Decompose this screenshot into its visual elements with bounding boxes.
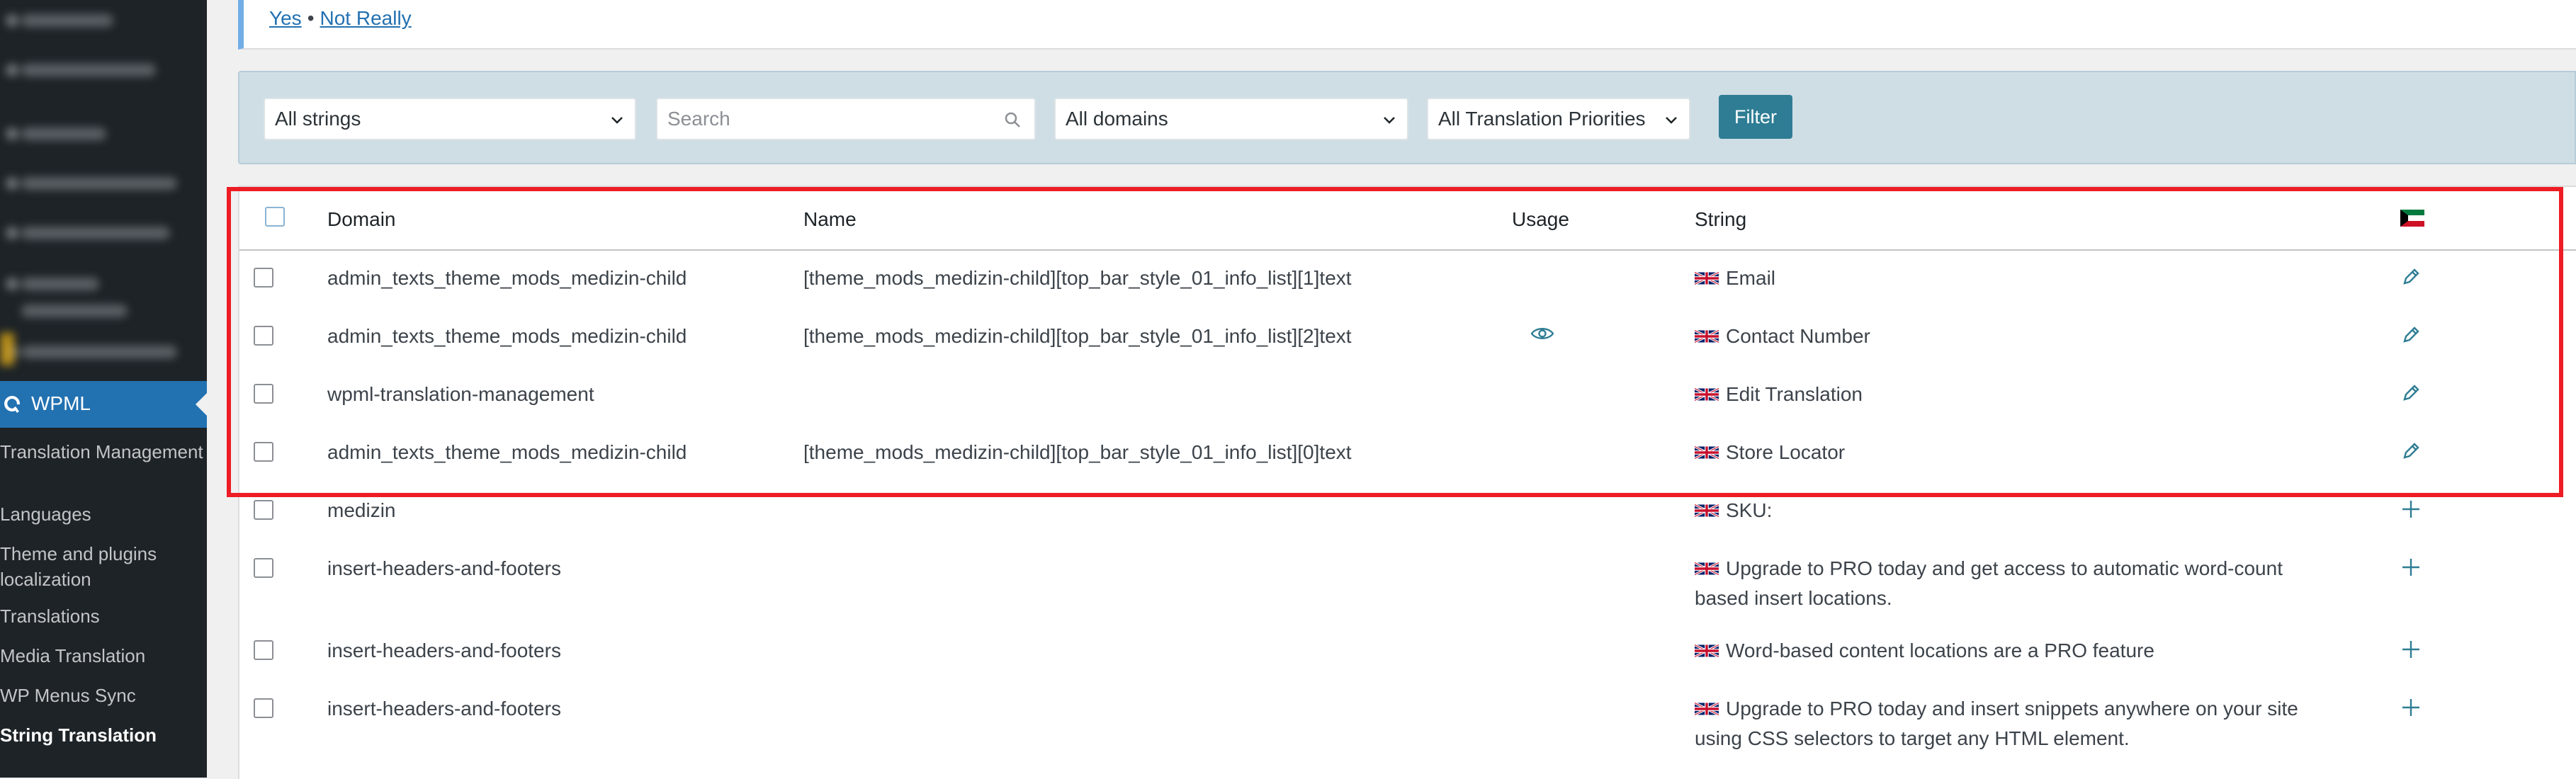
row-checkbox[interactable]: [254, 500, 273, 520]
row-name: [theme_mods_medizin-child][top_bar_style…: [803, 267, 1352, 289]
table-row: medizin SKU:: [239, 493, 2576, 542]
notice-not-really-link[interactable]: Not Really: [320, 7, 412, 29]
row-string: Contact Number: [1695, 322, 2332, 351]
kuwait-flag-icon: [2400, 210, 2424, 227]
uk-flag-icon: [1695, 271, 1719, 286]
chevron-down-icon: [1384, 117, 1395, 124]
column-domain[interactable]: Domain: [327, 208, 395, 231]
row-domain: wpml-translation-management: [327, 383, 594, 405]
table-row: wpml-translation-management Edit Transla…: [239, 377, 2576, 426]
edit-pencil-icon[interactable]: [2400, 324, 2422, 346]
filter-button[interactable]: Filter: [1719, 95, 1792, 139]
search-placeholder: Search: [667, 108, 730, 130]
row-domain: admin_texts_theme_mods_medizin-child: [327, 325, 687, 347]
uk-flag-icon: [1695, 643, 1719, 659]
row-checkbox[interactable]: [254, 384, 273, 404]
chevron-down-icon: [611, 117, 623, 124]
row-domain: medizin: [327, 499, 396, 521]
row-string: Edit Translation: [1695, 380, 2332, 409]
edit-pencil-icon[interactable]: [2400, 440, 2422, 462]
table-row: insert-headers-and-footers Word-based co…: [239, 633, 2576, 683]
table-header: Domain Name Usage String: [239, 187, 2576, 251]
uk-flag-icon: [1695, 387, 1719, 402]
strings-filter-value: All strings: [275, 108, 361, 130]
priorities-filter-select[interactable]: All Translation Priorities: [1427, 98, 1690, 140]
column-string[interactable]: String: [1695, 208, 1746, 231]
edit-pencil-icon[interactable]: [2400, 382, 2422, 404]
column-usage: Usage: [1512, 208, 1569, 230]
strings-filter-select[interactable]: All strings: [264, 98, 636, 140]
add-plus-icon[interactable]: [2400, 557, 2422, 578]
sidebar-item-string-translation[interactable]: String Translation: [0, 722, 207, 748]
eye-icon[interactable]: [1530, 324, 1554, 343]
add-plus-icon[interactable]: [2400, 639, 2422, 660]
row-domain: admin_texts_theme_mods_medizin-child: [327, 441, 687, 463]
priorities-filter-value: All Translation Priorities: [1438, 108, 1646, 130]
row-checkbox[interactable]: [254, 442, 273, 462]
sidebar-item-translations[interactable]: Translations: [0, 603, 207, 629]
feedback-notice: Yes • Not Really: [238, 0, 2576, 50]
add-plus-icon[interactable]: [2400, 499, 2422, 520]
sidebar-item-wpml[interactable]: WPML: [0, 381, 207, 428]
row-checkbox[interactable]: [254, 268, 273, 288]
domains-filter-select[interactable]: All domains: [1054, 98, 1408, 140]
sidebar-item-languages[interactable]: Languages: [0, 501, 207, 527]
row-string-text: Upgrade to PRO today and insert snippets…: [1695, 698, 2298, 749]
row-domain: insert-headers-and-footers: [327, 698, 561, 720]
blurred-menu-items: [0, 0, 207, 368]
edit-pencil-icon[interactable]: [2400, 266, 2422, 288]
row-string-text: Email: [1726, 267, 1776, 289]
row-string-text: SKU:: [1726, 499, 1773, 521]
row-string: Store Locator: [1695, 438, 2332, 467]
add-plus-icon[interactable]: [2400, 697, 2422, 718]
uk-flag-icon: [1695, 445, 1719, 460]
table-row: insert-headers-and-footers Upgrade to PR…: [239, 551, 2576, 622]
uk-flag-icon: [1695, 329, 1719, 344]
column-name[interactable]: Name: [803, 208, 857, 231]
current-menu-arrow: [196, 393, 207, 416]
row-string-text: Word-based content locations are a PRO f…: [1726, 639, 2154, 661]
row-checkbox[interactable]: [254, 558, 273, 578]
row-name: [theme_mods_medizin-child][top_bar_style…: [803, 441, 1352, 463]
row-string: SKU:: [1695, 496, 2332, 525]
table-row: admin_texts_theme_mods_medizin-child [th…: [239, 319, 2576, 368]
row-string: Upgrade to PRO today and insert snippets…: [1695, 694, 2332, 754]
row-checkbox[interactable]: [254, 698, 273, 718]
row-string-text: Contact Number: [1726, 325, 1870, 347]
row-checkbox[interactable]: [254, 326, 273, 346]
row-string: Word-based content locations are a PRO f…: [1695, 636, 2332, 666]
sidebar-item-theme-plugins-localization[interactable]: Theme and plugins localization: [0, 541, 207, 592]
sidebar-item-media-translation[interactable]: Media Translation: [0, 643, 207, 669]
row-checkbox[interactable]: [254, 640, 273, 660]
row-name: [theme_mods_medizin-child][top_bar_style…: [803, 325, 1352, 347]
strings-table: Domain Name Usage String admin_texts_the…: [238, 186, 2576, 779]
row-domain: insert-headers-and-footers: [327, 557, 561, 579]
select-all-checkbox[interactable]: [265, 207, 285, 227]
row-string-text: Upgrade to PRO today and get access to a…: [1695, 557, 2283, 609]
sidebar-item-translation-management[interactable]: Translation Management: [0, 439, 207, 465]
row-string-text: Edit Translation: [1726, 383, 1863, 405]
row-string: Email: [1695, 263, 2332, 293]
notice-separator: •: [307, 7, 315, 29]
wpml-icon: [4, 395, 21, 413]
uk-flag-icon: [1695, 701, 1719, 717]
uk-flag-icon: [1695, 561, 1719, 576]
admin-sidebar: WPML Translation Management Languages Th…: [0, 0, 207, 778]
table-row: admin_texts_theme_mods_medizin-child [th…: [239, 435, 2576, 484]
sidebar-item-wp-menus-sync[interactable]: WP Menus Sync: [0, 683, 207, 708]
sidebar-wpml-label: WPML: [31, 392, 91, 414]
table-row: insert-headers-and-footers Upgrade to PR…: [239, 691, 2576, 762]
chevron-down-icon: [1666, 117, 1677, 124]
notice-yes-link[interactable]: Yes: [269, 7, 302, 29]
row-string: Upgrade to PRO today and get access to a…: [1695, 554, 2332, 613]
table-row: admin_texts_theme_mods_medizin-child [th…: [239, 261, 2576, 310]
row-domain: insert-headers-and-footers: [327, 639, 561, 661]
domains-filter-value: All domains: [1066, 108, 1168, 130]
filter-bar: All strings Search All domains All Trans…: [238, 71, 2576, 164]
search-input[interactable]: Search: [656, 98, 1036, 140]
search-icon: [1005, 112, 1020, 127]
row-string-text: Store Locator: [1726, 441, 1846, 463]
uk-flag-icon: [1695, 503, 1719, 518]
row-domain: admin_texts_theme_mods_medizin-child: [327, 267, 687, 289]
